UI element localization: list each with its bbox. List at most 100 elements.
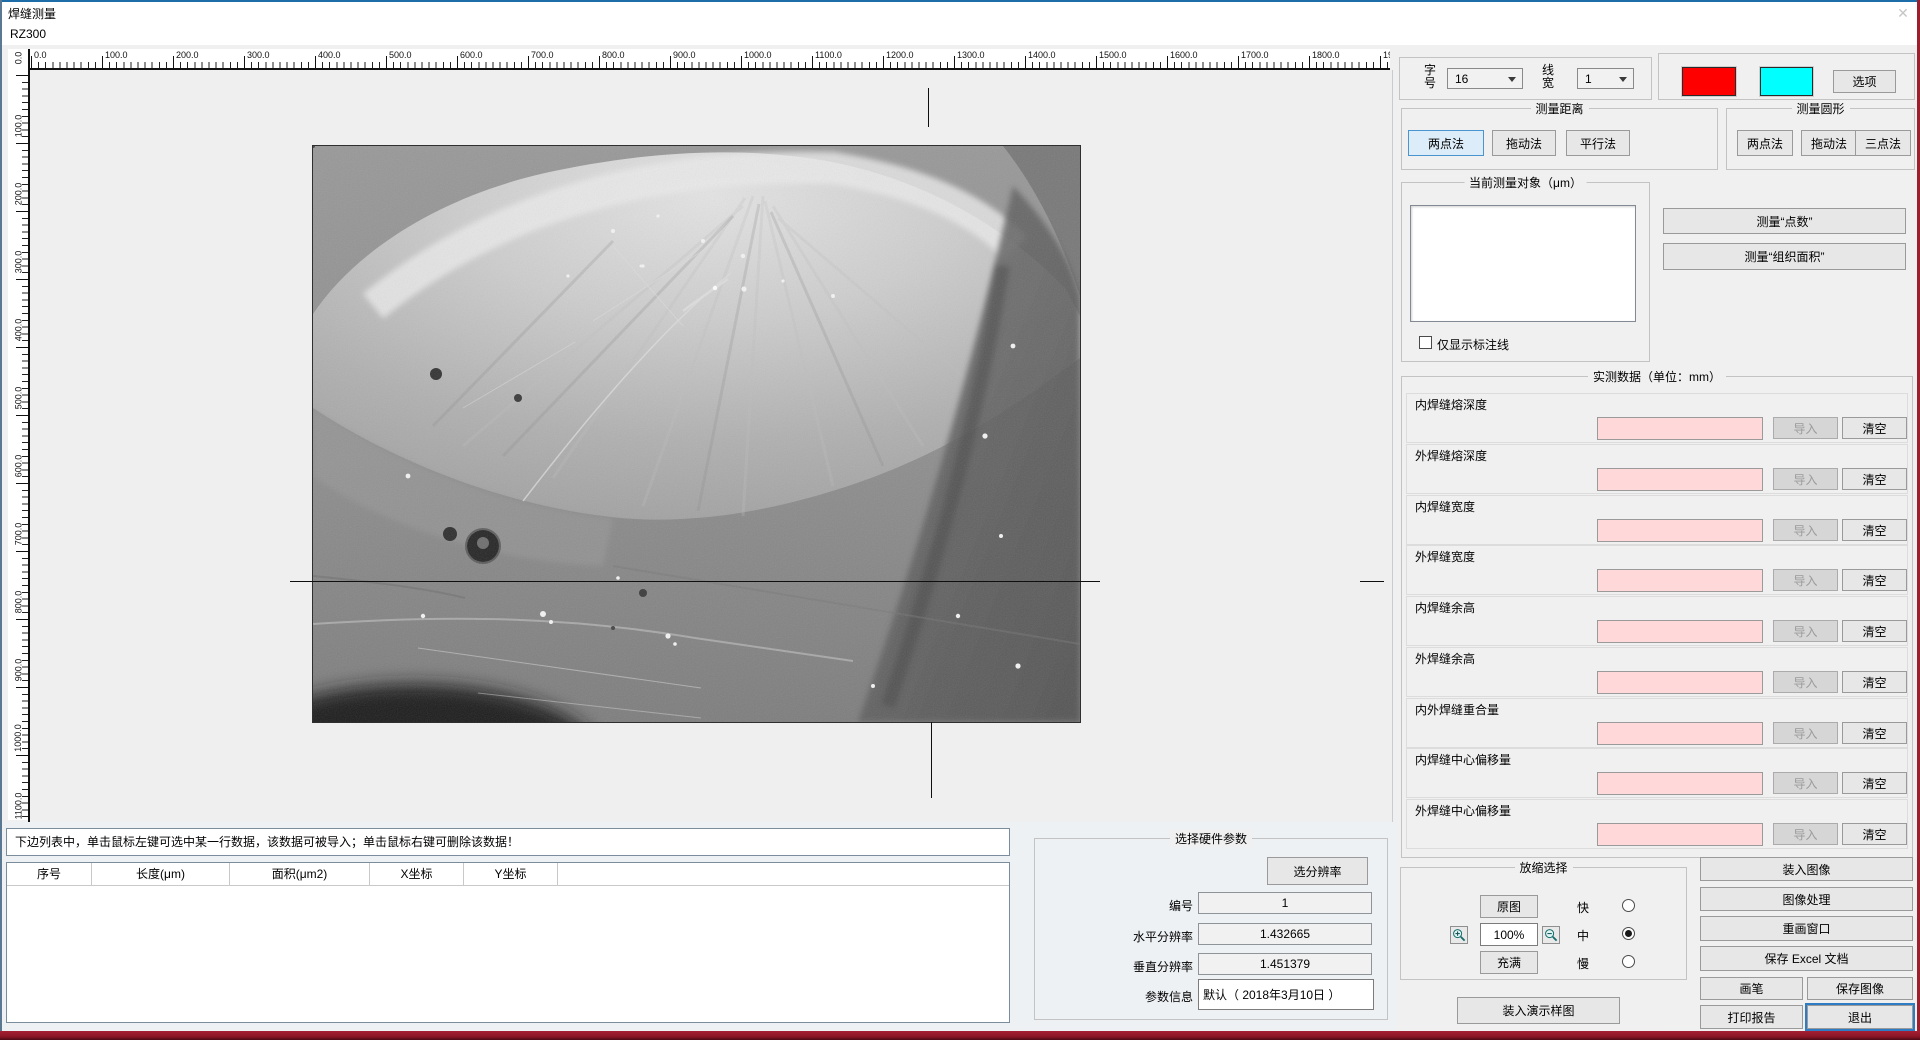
ruler-major-tick: [1380, 56, 1381, 68]
list-hint-bar: 下边列表中，单击鼠标左键可选中某一行数据，该数据可被导入；单击鼠标右键可删除该数…: [6, 828, 1010, 856]
table-header-cell[interactable]: Y坐标: [464, 863, 558, 885]
line-width-value: 1: [1585, 72, 1592, 86]
import-button[interactable]: 导入: [1773, 620, 1838, 642]
measure-distance-title: 测量距离: [1530, 100, 1588, 117]
table-header-cell[interactable]: 面积(μm2): [230, 863, 370, 885]
speed-radio[interactable]: [1622, 955, 1635, 968]
distance-method-button[interactable]: 平行法: [1566, 130, 1630, 156]
measured-value-input[interactable]: [1597, 823, 1763, 846]
clear-button[interactable]: 清空: [1842, 772, 1907, 794]
ruler-major-tick: [670, 56, 671, 68]
window-border-bottom: [0, 1031, 1920, 1040]
exit-button[interactable]: 退出: [1807, 1005, 1913, 1029]
ruler-label: 400.0: [318, 50, 341, 60]
measured-row-label: 内焊缝熔深度: [1412, 396, 1490, 413]
font-size-select[interactable]: 16: [1447, 68, 1523, 89]
circle-method-button[interactable]: 三点法: [1855, 130, 1911, 156]
secondary-color-swatch[interactable]: [1760, 67, 1813, 96]
load-image-button[interactable]: 装入图像: [1700, 857, 1913, 881]
clear-button[interactable]: 清空: [1842, 823, 1907, 845]
line-width-label: 线宽: [1541, 64, 1555, 90]
clear-button[interactable]: 清空: [1842, 722, 1907, 744]
zoom-in-icon[interactable]: [1450, 926, 1468, 944]
ruler-major-tick: [812, 56, 813, 68]
clear-button[interactable]: 清空: [1842, 671, 1907, 693]
chevron-down-icon: [1508, 77, 1516, 82]
select-resolution-button[interactable]: 选分辨率: [1267, 857, 1368, 885]
import-button[interactable]: 导入: [1773, 772, 1838, 794]
import-button[interactable]: 导入: [1773, 823, 1838, 845]
save-excel-button[interactable]: 保存 Excel 文档: [1700, 946, 1913, 971]
table-header-cell[interactable]: 长度(μm): [92, 863, 230, 885]
weld-micrograph-image[interactable]: [312, 145, 1081, 723]
image-processing-button[interactable]: 图像处理: [1700, 887, 1913, 911]
distance-method-button[interactable]: 两点法: [1408, 130, 1484, 156]
measured-value-input[interactable]: [1597, 519, 1763, 542]
ruler-label: 700.0: [531, 50, 554, 60]
original-size-button[interactable]: 原图: [1480, 895, 1538, 918]
distance-method-button[interactable]: 拖动法: [1492, 130, 1556, 156]
save-image-button[interactable]: 保存图像: [1807, 977, 1913, 1000]
load-demo-image-button[interactable]: 装入演示样图: [1457, 997, 1620, 1024]
import-button[interactable]: 导入: [1773, 671, 1838, 693]
measured-row-label: 外焊缝余高: [1412, 650, 1478, 667]
measured-row-label: 外焊缝熔深度: [1412, 447, 1490, 464]
hardware-group-title: 选择硬件参数: [1170, 830, 1252, 847]
circle-method-button[interactable]: 拖动法: [1801, 130, 1857, 156]
clear-button[interactable]: 清空: [1842, 620, 1907, 642]
ruler-label: 600.0: [460, 50, 483, 60]
measured-value-input[interactable]: [1597, 671, 1763, 694]
speed-label: 中: [1577, 927, 1589, 944]
current-object-listbox[interactable]: [1410, 205, 1636, 322]
measured-row-label: 外焊缝宽度: [1412, 548, 1478, 565]
close-icon[interactable]: ✕: [1891, 4, 1915, 22]
table-header-cell[interactable]: 序号: [7, 863, 92, 885]
ruler-label: 1300.0: [957, 50, 985, 60]
import-button[interactable]: 导入: [1773, 468, 1838, 490]
clear-button[interactable]: 清空: [1842, 519, 1907, 541]
import-button[interactable]: 导入: [1773, 519, 1838, 541]
ruler-major-tick: [16, 483, 28, 484]
clear-button[interactable]: 清空: [1842, 569, 1907, 591]
import-button[interactable]: 导入: [1773, 722, 1838, 744]
table-header-cell[interactable]: X坐标: [370, 863, 464, 885]
menu-item-rz300[interactable]: RZ300: [10, 27, 46, 41]
measured-data-title: 实测数据（单位：mm）: [1588, 368, 1726, 385]
measure-area-button[interactable]: 测量“组织面积”: [1663, 243, 1906, 270]
ruler-major-tick: [741, 56, 742, 68]
measure-points-button[interactable]: 测量“点数”: [1663, 208, 1906, 234]
measured-value-input[interactable]: [1597, 620, 1763, 643]
speed-radio[interactable]: [1622, 927, 1635, 940]
fit-button[interactable]: 充满: [1480, 951, 1538, 974]
print-report-button[interactable]: 打印报告: [1700, 1005, 1803, 1029]
measured-value-input[interactable]: [1597, 722, 1763, 745]
measured-value-input[interactable]: [1597, 468, 1763, 491]
speed-radio[interactable]: [1622, 899, 1635, 912]
circle-method-button[interactable]: 两点法: [1737, 130, 1793, 156]
measured-value-input[interactable]: [1597, 417, 1763, 440]
ruler-label: 300.0: [247, 50, 270, 60]
parameter-info-field[interactable]: 默认（ 2018年3月10日 ）: [1198, 979, 1374, 1010]
clear-button[interactable]: 清空: [1842, 468, 1907, 490]
pen-button[interactable]: 画笔: [1700, 977, 1803, 1000]
vertical-ruler: [8, 49, 28, 820]
line-width-select[interactable]: 1: [1577, 68, 1634, 89]
redraw-window-button[interactable]: 重画窗口: [1700, 916, 1913, 941]
ruler-major-tick: [173, 56, 174, 68]
measure-circle-title: 测量圆形: [1791, 100, 1849, 117]
measured-row-label: 内焊缝余高: [1412, 599, 1478, 616]
import-button[interactable]: 导入: [1773, 417, 1838, 439]
measured-value-input[interactable]: [1597, 569, 1763, 592]
field-label-number: 编号: [1108, 897, 1193, 914]
show-annotation-only-checkbox[interactable]: [1419, 336, 1432, 349]
measured-value-input[interactable]: [1597, 772, 1763, 795]
measurement-table[interactable]: 序号长度(μm)面积(μm2)X坐标Y坐标: [6, 862, 1010, 1023]
ruler-major-tick: [16, 551, 28, 552]
options-button[interactable]: 选项: [1833, 70, 1896, 93]
import-button[interactable]: 导入: [1773, 569, 1838, 591]
clear-button[interactable]: 清空: [1842, 417, 1907, 439]
zoom-out-icon[interactable]: [1542, 926, 1560, 944]
zoom-percent-field[interactable]: 100%: [1480, 923, 1538, 946]
measured-row-label: 内焊缝宽度: [1412, 498, 1478, 515]
primary-color-swatch[interactable]: [1682, 67, 1736, 96]
